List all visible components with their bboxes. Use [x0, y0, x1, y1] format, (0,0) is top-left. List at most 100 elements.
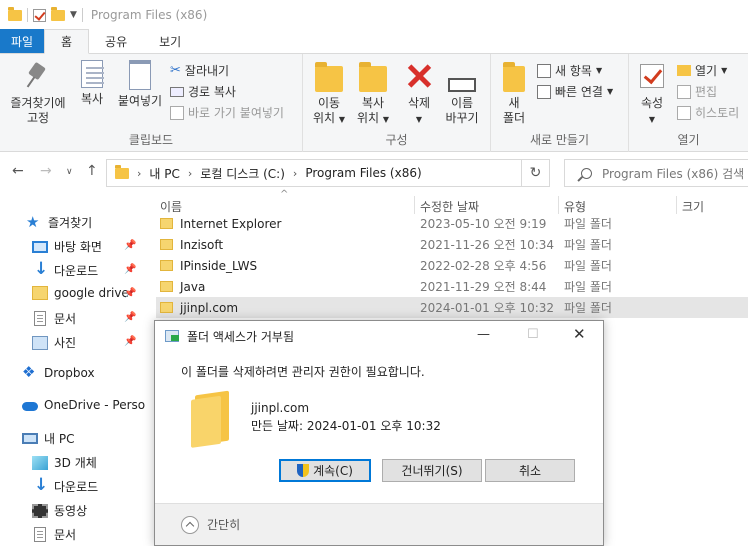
copy-to-button[interactable]: 복사 위치 ▼	[353, 60, 393, 127]
nav-label: 즐겨찾기	[48, 216, 93, 230]
folder-icon[interactable]	[8, 6, 22, 21]
breadcrumb-program-files[interactable]: Program Files (x86)	[305, 166, 421, 180]
nav-quick-access[interactable]: 즐겨찾기	[26, 213, 93, 231]
copy-label: 복사	[80, 92, 104, 106]
file-date: 2022-02-28 오후 4:56	[420, 259, 547, 273]
edit-button[interactable]: 편집	[677, 83, 717, 100]
nav-3d-objects[interactable]: 3D 개체	[32, 454, 97, 471]
tab-share[interactable]: 공유	[89, 29, 143, 53]
table-row[interactable]: Java 2021-11-29 오전 8:44 파일 폴더	[156, 276, 748, 297]
table-row[interactable]: IPinside_LWS 2022-02-28 오후 4:56 파일 폴더	[156, 255, 748, 276]
nav-this-pc[interactable]: 내 PC	[22, 430, 74, 447]
nav-documents[interactable]: 문서	[32, 310, 76, 327]
customize-dropdown-icon[interactable]: ▼	[70, 10, 77, 20]
dialog-title: 폴더 액세스가 거부됨	[187, 329, 294, 344]
copyto-label-2: 위치	[356, 111, 380, 125]
chevron-right-icon[interactable]: ›	[188, 167, 192, 180]
dialog-title-bar[interactable]: 폴더 액세스가 거부됨 — ☐ ✕	[155, 321, 603, 351]
delete-label: 삭제	[407, 96, 431, 110]
new-item-button[interactable]: 새 항목 ▼	[537, 62, 602, 79]
nav-pictures[interactable]: 사진	[32, 334, 76, 351]
pin-label-1: 즐겨찾기에	[10, 96, 66, 110]
dialog-folder-name: jjinpl.com	[251, 401, 310, 415]
chevron-down-icon: ▼	[338, 115, 346, 124]
dialog-footer: 간단히	[155, 503, 603, 545]
search-input[interactable]: Program Files (x86) 검색	[564, 159, 748, 187]
chevron-down-icon: ▼	[606, 87, 614, 96]
paste-shortcut-label: 바로 가기 붙여넣기	[188, 106, 284, 120]
open-group: 속성 ▼ 열기 ▼ 편집 히스토리 열기	[629, 54, 748, 152]
table-row[interactable]: Inzisoft 2021-11-26 오전 10:34 파일 폴더	[156, 234, 748, 255]
refresh-icon[interactable]: ↻	[521, 160, 549, 186]
continue-button[interactable]: 계속(C)	[279, 459, 371, 482]
cancel-button[interactable]: 취소	[485, 459, 575, 482]
chevron-right-icon[interactable]: ›	[137, 167, 141, 180]
nav-dropbox[interactable]: Dropbox	[22, 363, 95, 381]
delete-button[interactable]: 삭제 ▼	[401, 60, 437, 127]
clipboard-group: 즐겨찾기에 고정 복사 붙여넣기 ✂ 잘라내기 경로 복사 바로 가기 붙여넣기…	[0, 54, 303, 152]
nav-videos[interactable]: 동영상	[32, 502, 87, 519]
pin-to-quick-access-button[interactable]: 즐겨찾기에 고정	[6, 60, 70, 126]
chevron-right-icon[interactable]: ›	[293, 167, 297, 180]
column-divider[interactable]	[558, 196, 559, 214]
recent-dropdown-icon[interactable]: ∨	[66, 167, 73, 177]
tab-view[interactable]: 보기	[143, 29, 197, 53]
nav-label: 동영상	[54, 504, 88, 518]
copy-path-button[interactable]: 경로 복사	[170, 83, 236, 100]
nav-label: Dropbox	[44, 366, 95, 380]
nav-label: 내 PC	[44, 432, 75, 446]
chevron-down-icon: ▼	[382, 115, 390, 124]
nav-onedrive[interactable]: OneDrive - Perso	[22, 398, 145, 412]
back-arrow-icon[interactable]: ←	[12, 163, 24, 179]
new-folder-icon[interactable]	[51, 6, 65, 21]
easy-access-button[interactable]: 빠른 연결 ▼	[537, 83, 613, 100]
address-bar[interactable]: › 내 PC › 로컬 디스크 (C:) › Program Files (x8…	[106, 159, 550, 187]
properties-icon[interactable]	[33, 8, 46, 22]
folder-icon	[115, 164, 129, 179]
move-to-button[interactable]: 이동 위치 ▼	[309, 60, 349, 127]
open-label: 열기	[695, 64, 718, 78]
breadcrumb-this-pc[interactable]: 내 PC	[149, 165, 179, 182]
nav-pc-documents[interactable]: 문서	[32, 526, 76, 543]
new-folder-label-1: 새	[508, 96, 520, 110]
copy-button[interactable]: 복사	[74, 60, 110, 107]
search-icon	[581, 167, 592, 179]
nav-pc-downloads[interactable]: 다운로드	[32, 475, 98, 495]
paste-button[interactable]: 붙여넣기	[112, 60, 168, 109]
table-row-selected[interactable]: jjinpl.com 2024-01-01 오후 10:32 파일 폴더	[156, 297, 748, 318]
folder-icon	[160, 260, 173, 271]
breadcrumb-local-disk[interactable]: 로컬 디스크 (C:)	[200, 165, 285, 182]
rename-label-2: 바꾸기	[445, 111, 479, 125]
open-button[interactable]: 열기 ▼	[677, 62, 727, 79]
fewer-details-link[interactable]: 간단히	[207, 516, 240, 533]
skip-button[interactable]: 건너뛰기(S)	[382, 459, 482, 482]
close-icon[interactable]: ✕	[573, 325, 586, 343]
up-arrow-icon[interactable]: ↑	[86, 163, 98, 179]
nav-downloads[interactable]: 다운로드	[32, 259, 98, 279]
column-divider[interactable]	[414, 196, 415, 214]
forward-arrow-icon[interactable]: →	[40, 163, 52, 179]
nav-label: 바탕 화면	[54, 240, 102, 254]
easy-access-label: 빠른 연결	[555, 85, 603, 99]
easy-access-icon	[537, 84, 551, 99]
history-label: 히스토리	[695, 106, 740, 120]
tab-home[interactable]: 홈	[44, 29, 90, 54]
edit-icon	[677, 84, 691, 99]
history-button[interactable]: 히스토리	[677, 104, 739, 121]
pin-icon: 📌	[124, 288, 137, 299]
paste-shortcut-button[interactable]: 바로 가기 붙여넣기	[170, 104, 284, 121]
chevron-up-icon[interactable]	[181, 515, 199, 534]
nav-label: OneDrive - Perso	[44, 398, 146, 412]
cut-button[interactable]: ✂ 잘라내기	[170, 62, 229, 79]
nav-label: google drive	[54, 286, 129, 300]
new-folder-button[interactable]: 새 폴더	[497, 60, 531, 126]
tab-file[interactable]: 파일	[0, 29, 44, 53]
nav-google-drive[interactable]: google drive	[32, 286, 129, 300]
file-type: 파일 폴더	[564, 301, 612, 315]
divider	[81, 8, 83, 22]
column-divider[interactable]	[676, 196, 677, 214]
minimize-icon[interactable]: —	[477, 327, 490, 342]
rename-button[interactable]: 이름 바꾸기	[441, 60, 483, 126]
properties-button[interactable]: 속성 ▼	[635, 60, 669, 127]
table-row[interactable]: Internet Explorer 2023-05-10 오전 9:19 파일 …	[156, 213, 748, 234]
